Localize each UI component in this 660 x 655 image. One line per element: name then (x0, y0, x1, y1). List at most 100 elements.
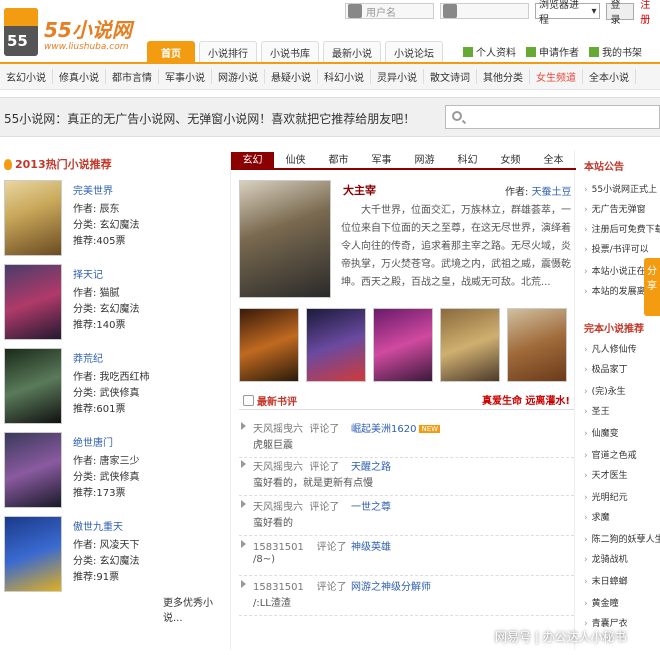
review-book[interactable]: 网游之神级分解师 (351, 578, 431, 593)
review-user[interactable]: 天风摇曳六 评论了 (253, 420, 339, 435)
tab-xuanhuan[interactable]: 玄幻 (231, 152, 274, 168)
cat-xiuzhen[interactable]: 修真小说 (53, 69, 106, 84)
featured-author: 作者: 天蚕土豆 (505, 187, 572, 198)
logo-title[interactable]: 55小说网 (44, 14, 132, 43)
book-cover[interactable] (4, 516, 62, 592)
username-field[interactable]: 用户名 (345, 3, 434, 19)
book-thumbnail[interactable] (239, 308, 299, 382)
login-button[interactable]: 登录 (606, 0, 635, 26)
complete-item[interactable]: 凡人修仙传 (584, 342, 637, 355)
book-title[interactable]: 绝世唐门 (73, 434, 113, 449)
flame-icon (4, 158, 12, 170)
review-book[interactable]: 一世之尊 (351, 498, 391, 513)
reviews-slogan: 真爱生命 远离灌水! (481, 396, 570, 407)
cat-wangyou[interactable]: 网游小说 (212, 69, 265, 84)
book-title[interactable]: 傲世九重天 (73, 518, 123, 533)
bullet-icon (241, 460, 246, 468)
complete-item[interactable]: 陈二狗的妖孽人生 (584, 532, 660, 545)
book-category: 分类: 玄幻魔法 (73, 556, 140, 567)
book-thumbnail[interactable] (440, 308, 500, 382)
apply-author-link[interactable]: 申请作者 (526, 44, 579, 59)
share-button[interactable]: 分享 (644, 258, 660, 316)
review-user[interactable]: 15831501 评论了 (253, 538, 347, 553)
review-book[interactable]: 崛起美洲1620 NEW (351, 420, 441, 435)
complete-item[interactable]: 官道之色戒 (584, 448, 637, 461)
complete-item[interactable]: 求魔 (584, 510, 610, 523)
review-book[interactable]: 天醒之路 (351, 458, 391, 473)
review-book[interactable]: 神级英雄 (351, 538, 391, 553)
cat-kehuan[interactable]: 科幻小说 (318, 69, 371, 84)
cat-other[interactable]: 其他分类 (477, 69, 530, 84)
book-title[interactable]: 完美世界 (73, 182, 113, 197)
password-field[interactable] (439, 3, 529, 19)
tab-dushi[interactable]: 都市 (317, 152, 360, 168)
book-cover[interactable] (4, 180, 62, 256)
tab-library[interactable]: 小说书库 (261, 41, 319, 62)
book-author: 作者: 风凌天下 (73, 540, 140, 551)
book-title[interactable]: 莽荒纪 (73, 350, 103, 365)
complete-item[interactable]: 极品家丁 (584, 362, 628, 375)
cat-xuanyi[interactable]: 悬疑小说 (265, 69, 318, 84)
cat-xuanhuan[interactable]: 玄幻小说 (0, 69, 53, 84)
featured-title[interactable]: 大主宰 (343, 182, 376, 198)
lock-icon (442, 4, 457, 18)
review-user[interactable]: 天风摇曳六 评论了 (253, 458, 339, 473)
cat-dushi[interactable]: 都市言情 (106, 69, 159, 84)
book-cover[interactable] (4, 432, 62, 508)
cat-sanwen[interactable]: 散文诗词 (424, 69, 477, 84)
cat-lingyi[interactable]: 灵异小说 (371, 69, 424, 84)
book-thumbnail[interactable] (373, 308, 433, 382)
tab-kehuan[interactable]: 科幻 (446, 152, 489, 168)
hot-novels-panel: 2013热门小说推荐 完美世界 作者: 辰东 分类: 玄幻魔法 推荐:405票 … (0, 150, 230, 624)
featured-cover[interactable] (239, 180, 331, 298)
complete-item[interactable]: 仙魔变 (584, 426, 619, 439)
search-input[interactable] (445, 105, 660, 129)
notice-item[interactable]: 无广告无弹窗 (584, 202, 646, 215)
tab-nvpin[interactable]: 女频 (489, 152, 532, 168)
review-user[interactable]: 15831501 评论了 (253, 578, 347, 593)
featured-panel: 玄幻 仙侠 都市 军事 网游 科幻 女频 全本 大主宰 作者: 天蚕土豆 大千世… (230, 150, 576, 650)
search-icon[interactable] (452, 111, 462, 121)
tab-forum[interactable]: 小说论坛 (385, 41, 443, 62)
tab-home[interactable]: 首页 (147, 41, 195, 62)
tab-xianxia[interactable]: 仙侠 (274, 152, 317, 168)
cat-junshi[interactable]: 军事小说 (159, 69, 212, 84)
complete-item[interactable]: 圣王 (584, 404, 610, 417)
cat-female[interactable]: 女生频道 (530, 69, 583, 84)
list-item: 择天记 作者: 猫腻 分类: 玄幻魔法 推荐:140票 (4, 264, 228, 346)
browser-select[interactable]: 浏览器进程 ▾ (534, 0, 601, 26)
logo-url: www.liushuba.com (44, 42, 129, 52)
book-cover[interactable] (4, 348, 62, 424)
complete-item[interactable]: 光明纪元 (584, 490, 628, 503)
complete-item[interactable]: 末日蟑螂 (584, 574, 628, 587)
tab-latest[interactable]: 最新小说 (323, 41, 381, 62)
notice-item[interactable]: 投票/书评可以 (584, 242, 649, 255)
book-thumbnail[interactable] (507, 308, 567, 382)
tab-ranking[interactable]: 小说排行 (199, 41, 257, 62)
tab-junshi[interactable]: 军事 (360, 152, 403, 168)
bullet-icon (241, 422, 246, 430)
book-cover[interactable] (4, 264, 62, 340)
book-category: 分类: 玄幻魔法 (73, 304, 140, 315)
notice-title: 本站公告 (584, 162, 624, 173)
notice-item[interactable]: 55小说网正式上 (584, 182, 657, 195)
complete-item[interactable]: (完)永生 (584, 384, 626, 397)
tab-quanben[interactable]: 全本 (532, 152, 575, 168)
complete-item[interactable]: 天才医生 (584, 468, 628, 481)
tab-wangyou[interactable]: 网游 (403, 152, 446, 168)
notice-item[interactable]: 本站小说正在 (584, 264, 646, 277)
notice-item[interactable]: 本站的发展离 (584, 284, 646, 297)
book-title[interactable]: 择天记 (73, 266, 103, 281)
register-link[interactable]: 注册 (640, 0, 660, 26)
profile-link[interactable]: 个人资料 (463, 44, 516, 59)
book-thumbnail[interactable] (306, 308, 366, 382)
more-novels-link[interactable]: 更多优秀小说... (163, 594, 230, 624)
cat-complete[interactable]: 全本小说 (583, 69, 636, 84)
review-user[interactable]: 天风摇曳六 评论了 (253, 498, 339, 513)
review-item: 天风摇曳六 评论了 崛起美洲1620 NEW 虎躯巨震 (239, 418, 574, 458)
notice-item[interactable]: 注册后可免费下载 (584, 222, 660, 235)
complete-item[interactable]: 龙骑战机 (584, 552, 628, 565)
complete-item[interactable]: 黄金瞳 (584, 596, 619, 609)
site-logo[interactable]: 55 (4, 8, 38, 56)
bookshelf-link[interactable]: 我的书架 (589, 44, 642, 59)
